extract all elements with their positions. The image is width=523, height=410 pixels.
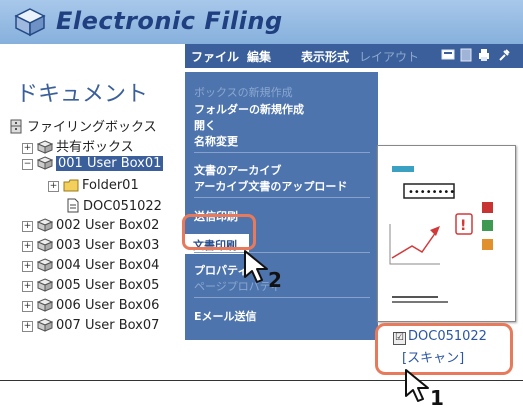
- menu-edit[interactable]: 編集: [247, 48, 271, 65]
- tree-node-box-002[interactable]: +002 User Box02: [22, 218, 159, 233]
- expand-icon[interactable]: +: [22, 261, 33, 272]
- tree-node-label: 004 User Box04: [56, 258, 160, 273]
- tree-node-folder01[interactable]: + Folder01: [48, 178, 139, 193]
- step-number: 1: [430, 386, 444, 410]
- list-icon[interactable]: [459, 48, 473, 62]
- tree-node-label: 共有ボックス: [56, 140, 134, 155]
- tree-node-label: 001 User Box01: [56, 156, 164, 171]
- app-title: Electronic Filing: [56, 7, 283, 35]
- menu-separator: [194, 152, 370, 153]
- user-box-icon: [37, 318, 53, 332]
- expand-icon[interactable]: +: [22, 321, 33, 332]
- box-icon: [37, 140, 53, 154]
- menu-view[interactable]: 表示形式: [301, 48, 349, 65]
- user-box-icon: [37, 156, 53, 170]
- tree-node-filing-box[interactable]: ファイリングボックス: [8, 116, 157, 135]
- menu-item-open[interactable]: 開く: [194, 117, 216, 133]
- tree-node-box-007[interactable]: +007 User Box07: [22, 318, 159, 333]
- menu-item-properties[interactable]: プロパティ: [194, 262, 248, 278]
- expand-icon[interactable]: +: [48, 181, 59, 192]
- menu-separator: [194, 252, 370, 253]
- expand-icon[interactable]: +: [22, 241, 33, 252]
- expand-icon[interactable]: +: [22, 281, 33, 292]
- tree-node-box-001[interactable]: − 001 User Box01: [22, 156, 164, 171]
- tree-node-box-005[interactable]: +005 User Box05: [22, 278, 159, 293]
- folder-icon: [63, 179, 79, 192]
- tools-icon[interactable]: [497, 48, 511, 62]
- menu-item-new-box: ボックスの新規作成: [194, 86, 293, 99]
- tree-node-label: 007 User Box07: [56, 318, 160, 333]
- document-type-label: [スキャン]: [402, 351, 465, 366]
- menu-bar: ファイル 編集 表示形式 レイアウト: [185, 44, 523, 68]
- menu-separator: [194, 197, 370, 198]
- tree-node-box-004[interactable]: +004 User Box04: [22, 258, 159, 273]
- user-box-icon: [37, 238, 53, 252]
- menu-item-upload-archive[interactable]: アーカイブ文書のアップロード: [194, 178, 347, 194]
- svg-text:!: !: [460, 218, 466, 234]
- print-icon[interactable]: [477, 48, 491, 62]
- document-thumbnail[interactable]: •••••••• !: [377, 145, 516, 322]
- tree-node-box-003[interactable]: +003 User Box03: [22, 238, 159, 253]
- menu-item-new-folder[interactable]: フォルダーの新規作成: [194, 101, 304, 117]
- user-box-icon: [37, 298, 53, 312]
- app-logo-icon: [14, 8, 46, 37]
- menu-file[interactable]: ファイル: [191, 48, 239, 65]
- document-tree-pane: ドキュメント ファイリングボックス + 共有ボックス − 001 User Box0…: [0, 68, 185, 380]
- document-name-link[interactable]: DOC051022: [408, 329, 487, 344]
- tree-node-label: 003 User Box03: [56, 238, 160, 253]
- callout-highlight-print: [182, 214, 256, 250]
- menu-layout: レイアウト: [359, 50, 420, 64]
- document-graphic: •••••••• !: [389, 166, 493, 303]
- tree-node-label: Folder01: [82, 178, 139, 193]
- tree-node-label: 005 User Box05: [56, 278, 160, 293]
- user-box-icon: [37, 218, 53, 232]
- view-icon[interactable]: [441, 48, 455, 62]
- tree-node-label: 002 User Box02: [56, 218, 160, 233]
- tree-node-label: ファイリングボックス: [27, 120, 157, 135]
- app-window: Electronic Filing ファイル 編集 表示形式 レイアウト ドキュ…: [0, 0, 523, 381]
- tree-node-document[interactable]: DOC051022: [66, 198, 162, 214]
- menu-item-send-email[interactable]: Eメール送信: [194, 308, 257, 324]
- expand-icon[interactable]: +: [22, 143, 33, 154]
- menu-item-rename[interactable]: 名称変更: [194, 133, 238, 149]
- collapse-icon[interactable]: −: [22, 159, 33, 170]
- title-bar: Electronic Filing: [0, 0, 523, 44]
- menu-separator: [194, 297, 370, 298]
- filing-cabinet-icon: [10, 119, 22, 134]
- step-number: 2: [268, 268, 282, 292]
- user-box-icon: [37, 258, 53, 272]
- expand-icon[interactable]: +: [22, 221, 33, 232]
- context-menu: ボックスの新規作成 フォルダーの新規作成 開く 名称変更 文書のアーカイブ アー…: [185, 72, 378, 340]
- menu-item-archive[interactable]: 文書のアーカイブ: [194, 162, 281, 178]
- user-box-icon: [37, 278, 53, 292]
- tree-node-box-006[interactable]: +006 User Box06: [22, 298, 159, 313]
- tree-node-label: 006 User Box06: [56, 298, 160, 313]
- expand-icon[interactable]: +: [22, 301, 33, 312]
- tree-node-label: DOC051022: [83, 199, 162, 214]
- password-dots: ••••••••: [408, 187, 455, 198]
- select-checkbox[interactable]: ☑: [393, 332, 406, 345]
- document-icon: [67, 198, 79, 213]
- tree-node-shared-box[interactable]: + 共有ボックス: [22, 136, 134, 155]
- tree-title: ドキュメント: [16, 82, 149, 107]
